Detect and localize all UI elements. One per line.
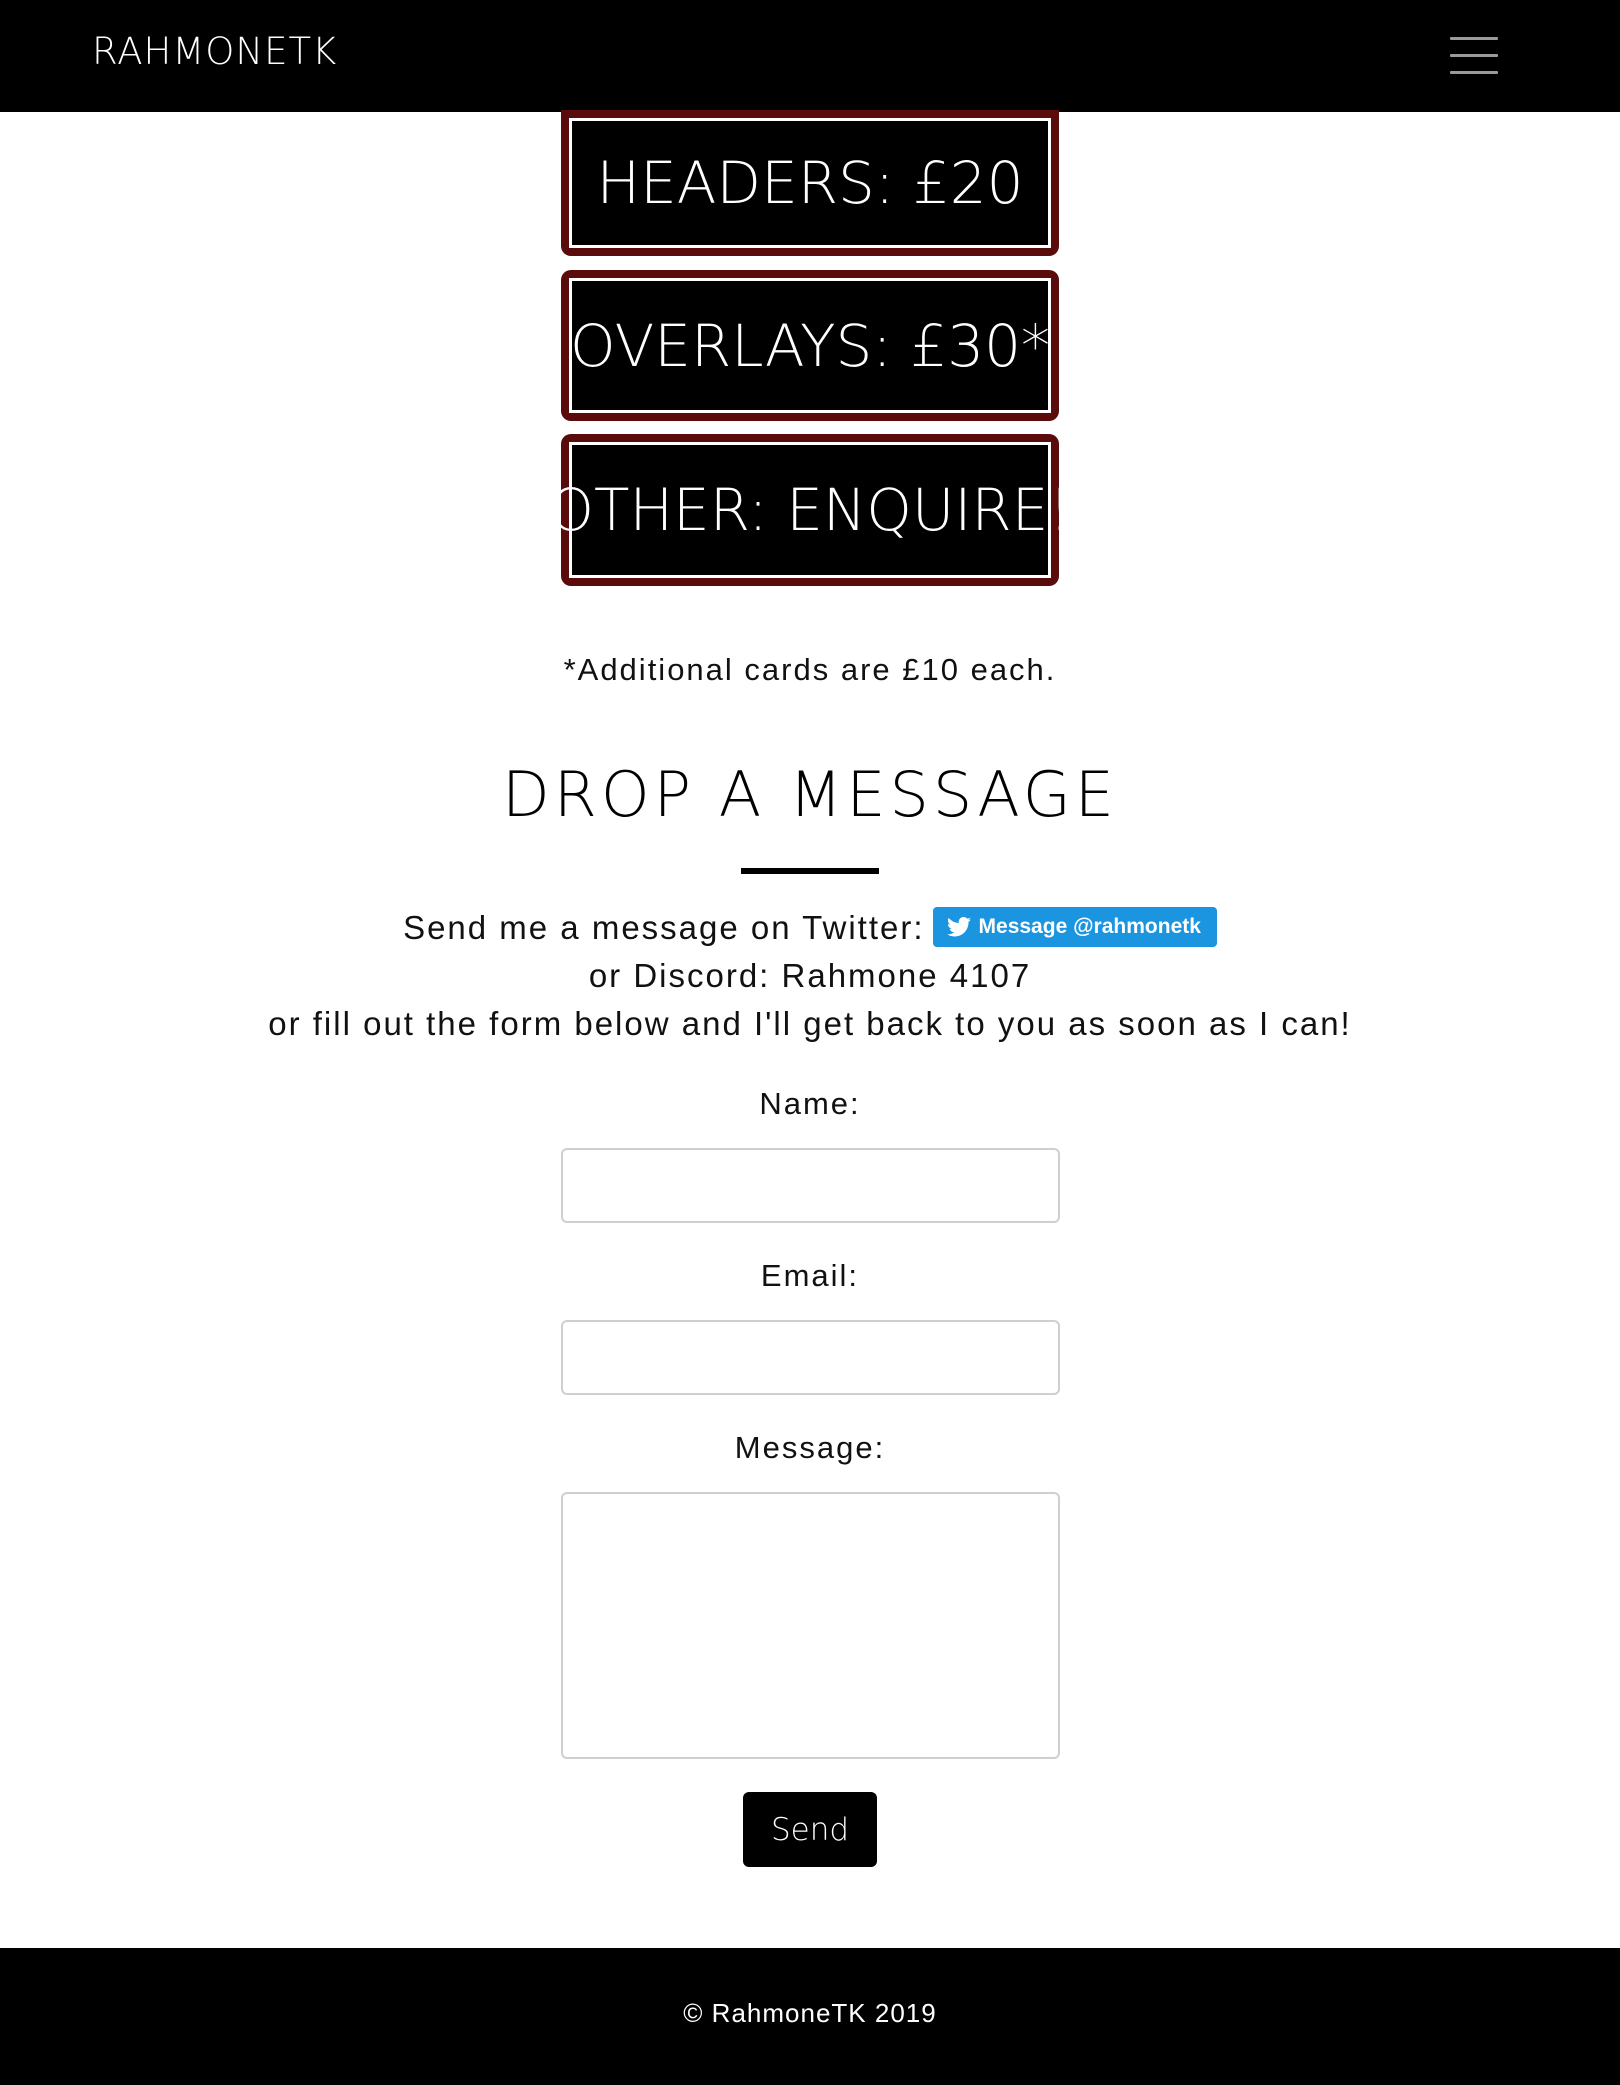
- pricing-note: *Additional cards are £10 each.: [563, 652, 1057, 687]
- price-card-inner: HEADERS: £20: [569, 118, 1051, 248]
- name-input[interactable]: [561, 1148, 1060, 1223]
- name-label: Name:: [759, 1086, 861, 1121]
- twitter-text: Send me a message on Twitter:: [403, 909, 925, 946]
- hamburger-bar: [1450, 54, 1498, 57]
- brand-logo-link[interactable]: RAHMONETK: [92, 30, 337, 74]
- twitter-bird-icon: [946, 917, 971, 937]
- discord-line: or Discord: Rahmone 4107: [588, 957, 1032, 994]
- price-card-headers: HEADERS: £20: [561, 110, 1059, 256]
- hamburger-bar: [1450, 37, 1498, 40]
- price-card-label: OVERLAYS: £30*: [570, 311, 1051, 380]
- send-button[interactable]: Send: [743, 1792, 877, 1867]
- email-label: Email:: [760, 1258, 860, 1293]
- price-card-overlays: OVERLAYS: £30*: [561, 270, 1059, 421]
- message-label: Message:: [734, 1430, 886, 1465]
- price-card-inner: OTHER: ENQUIRE!: [548, 442, 1072, 578]
- top-navbar: RAHMONETK: [0, 0, 1620, 112]
- footer-copyright: © RahmoneTK 2019: [683, 1998, 937, 2028]
- twitter-message-button[interactable]: Message @rahmonetk: [932, 907, 1217, 948]
- twitter-line: Send me a message on Twitter: Message @ra…: [0, 906, 1620, 950]
- email-input[interactable]: [561, 1320, 1060, 1395]
- footer: © RahmoneTK 2019: [0, 1948, 1620, 2085]
- section-divider: [741, 868, 879, 874]
- hamburger-menu-icon[interactable]: [1450, 36, 1498, 76]
- form-intro-line: or fill out the form below and I'll get …: [268, 1005, 1352, 1042]
- price-card-label: OTHER: ENQUIRE!: [548, 476, 1072, 544]
- section-title: DROP A MESSAGE: [502, 758, 1118, 831]
- price-card-label: HEADERS: £20: [596, 149, 1024, 217]
- hamburger-bar: [1450, 71, 1498, 74]
- twitter-button-label: Message @rahmonetk: [978, 915, 1201, 939]
- price-card-inner: OVERLAYS: £30*: [569, 278, 1051, 413]
- message-textarea[interactable]: [561, 1492, 1060, 1759]
- price-card-other: OTHER: ENQUIRE!: [548, 434, 1072, 586]
